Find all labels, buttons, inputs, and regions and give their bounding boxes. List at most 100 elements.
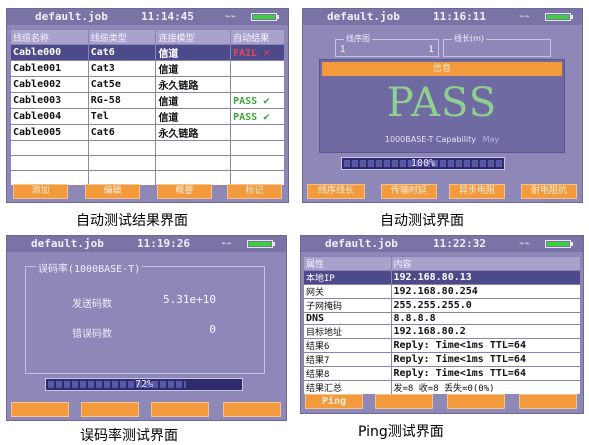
- cell: 8.8.8.8: [390, 312, 582, 325]
- signal-icon: ⌁⌁: [519, 12, 530, 22]
- cell: 信道: [155, 44, 232, 61]
- table-row[interactable]: 子网掩码 255.255.255.0: [303, 298, 582, 313]
- col-header: 内容: [390, 256, 582, 271]
- cell: Cable003: [10, 92, 89, 109]
- capability-text: 1000BASE-T Capability: [384, 135, 477, 144]
- summary-button[interactable]: 概要: [157, 184, 212, 199]
- cell: 结果8: [303, 366, 392, 381]
- clock: 11:16:11: [433, 10, 486, 23]
- cell: 结果6: [303, 338, 392, 353]
- ping-info-table: 属性 内容 本地IP 192.168.80.13 网关 192.168.80.2…: [303, 256, 582, 395]
- cell: PASS ✔: [230, 92, 285, 109]
- resistance-button[interactable]: 异步电阻: [449, 184, 505, 199]
- function-button-4[interactable]: [223, 402, 281, 417]
- delay-button[interactable]: 传输时延: [381, 184, 437, 199]
- cell: Cable000: [10, 44, 89, 61]
- table-row[interactable]: 结果6 Reply: Time<1ms TTL=64: [303, 338, 582, 353]
- mark-button[interactable]: 标记: [227, 184, 282, 199]
- cell: Tel: [87, 108, 157, 125]
- signal-icon: ⌁⌁: [519, 239, 530, 249]
- cell: Cable001: [10, 60, 89, 77]
- col-header: 自动结果: [230, 29, 285, 45]
- table-row[interactable]: 结果汇总 发=8 收=8 丢失=0(0%): [303, 380, 582, 395]
- screen-auto-test: default.job 11:16:11 ⌁⌁ 线序图 1 1 线长(m) 信息…: [302, 8, 583, 203]
- cell: 信道: [155, 108, 232, 125]
- result-pass: PASS: [233, 112, 258, 123]
- battery-icon: [247, 240, 275, 248]
- progress-text: 72%: [134, 379, 154, 390]
- cell: Reply: Time<1ms TTL=64: [390, 366, 582, 381]
- clock: 11:19:26: [137, 237, 190, 250]
- caption-auto-test: 自动测试界面: [380, 213, 464, 229]
- edit-button[interactable]: 编辑: [85, 184, 140, 199]
- capability-note: May: [482, 135, 500, 144]
- function-button-3[interactable]: [447, 394, 505, 409]
- table-row[interactable]: 目标地址 192.168.80.2: [303, 324, 582, 339]
- cell: Cable002: [10, 76, 89, 93]
- cell: 发=8 收=8 丢失=0(0%): [390, 380, 582, 395]
- result-pass: PASS: [233, 96, 258, 107]
- cell: Reply: Time<1ms TTL=64: [390, 338, 582, 353]
- col-header: 线缆类型: [87, 29, 157, 45]
- ping-button[interactable]: Ping: [305, 394, 363, 409]
- group-label: 误码率(1000BASE-T): [36, 260, 143, 275]
- length-field[interactable]: 线长(m): [443, 33, 551, 57]
- clock: 11:22:32: [433, 237, 486, 250]
- cell: FAIL ✕: [230, 44, 285, 61]
- cell: 192.168.80.254: [390, 284, 582, 299]
- table-row[interactable]: 结果7 Reply: Time<1ms TTL=64: [303, 352, 582, 367]
- status-bar: default.job 11:19:26 ⌁⌁: [7, 236, 286, 252]
- cell: 目标地址: [303, 324, 392, 339]
- col-header: 属性: [303, 256, 392, 271]
- pass-result: PASS: [386, 80, 498, 126]
- function-button-1[interactable]: [11, 402, 69, 417]
- signal-icon: ⌁⌁: [225, 12, 236, 22]
- table-row[interactable]: 本地IP 192.168.80.13: [303, 270, 582, 285]
- pin-left: 1: [340, 45, 346, 55]
- cell: Cable004: [10, 108, 89, 125]
- field-label: 线序图: [344, 33, 372, 44]
- wiremap-length-button[interactable]: 线序线长: [307, 184, 365, 199]
- cable-results-table: 线缆名称 线缆类型 连接模型 自动结果 Cable000 Cat6 信道 FAI…: [10, 29, 285, 186]
- wiremap-field[interactable]: 线序图 1 1: [335, 33, 439, 57]
- screen-ping-test: default.job 11:22:32 ⌁⌁ 属性 内容 本地IP 192.1…: [300, 235, 584, 414]
- table-row[interactable]: DNS 8.8.8.8: [303, 312, 582, 325]
- function-button-2[interactable]: [375, 394, 433, 409]
- add-button[interactable]: 添加: [13, 184, 68, 199]
- status-bar: default.job 11:16:11 ⌁⌁: [303, 9, 582, 25]
- result-fail: FAIL: [233, 48, 258, 59]
- info-header: 信息: [322, 62, 562, 76]
- cell: Cat3: [87, 60, 157, 77]
- caption-auto-test-results: 自动测试结果界面: [76, 213, 188, 229]
- table-row[interactable]: Cable003 RG-58 信道 PASS ✔: [10, 92, 285, 109]
- table-header: 属性 内容: [303, 256, 582, 271]
- function-button-3[interactable]: [151, 402, 209, 417]
- cell: Cat6: [87, 44, 157, 61]
- field-label: 线长(m): [452, 33, 487, 44]
- check-icon: ✔: [263, 94, 270, 107]
- cell: [230, 76, 285, 93]
- table-row[interactable]: Cable005 Cat6 永久链路: [10, 124, 285, 141]
- cell: [230, 60, 285, 77]
- impedance-button[interactable]: 耐电阻抗: [521, 184, 577, 199]
- screen-auto-test-results: default.job 11:14:45 ⌁⌁ 线缆名称 线缆类型 连接模型 自…: [6, 8, 289, 203]
- cell: 网关: [303, 284, 392, 299]
- pin-right: 1: [428, 45, 434, 55]
- progress-text: 100%: [410, 158, 436, 169]
- col-header: 线缆名称: [10, 29, 89, 45]
- table-row[interactable]: Cable004 Tel 信道 PASS ✔: [10, 108, 285, 125]
- table-row[interactable]: 结果8 Reply: Time<1ms TTL=64: [303, 366, 582, 381]
- cell: 结果汇总: [303, 380, 392, 395]
- function-button-2[interactable]: [81, 402, 139, 417]
- cell: Cat5e: [87, 76, 157, 93]
- function-button-4[interactable]: [519, 394, 577, 409]
- sent-bits-label: 发送码数: [72, 299, 112, 310]
- cell: DNS: [303, 312, 392, 325]
- table-row[interactable]: Cable001 Cat3 信道: [10, 60, 285, 77]
- table-row[interactable]: Cable002 Cat5e 永久链路: [10, 76, 285, 93]
- caption-ping-test: Ping测试界面: [358, 424, 444, 440]
- table-row[interactable]: Cable000 Cat6 信道 FAIL ✕: [10, 44, 285, 61]
- signal-icon: ⌁⌁: [221, 239, 232, 249]
- table-row[interactable]: 网关 192.168.80.254: [303, 284, 582, 299]
- capability-line: 1000BASE-T Capability May: [320, 135, 564, 144]
